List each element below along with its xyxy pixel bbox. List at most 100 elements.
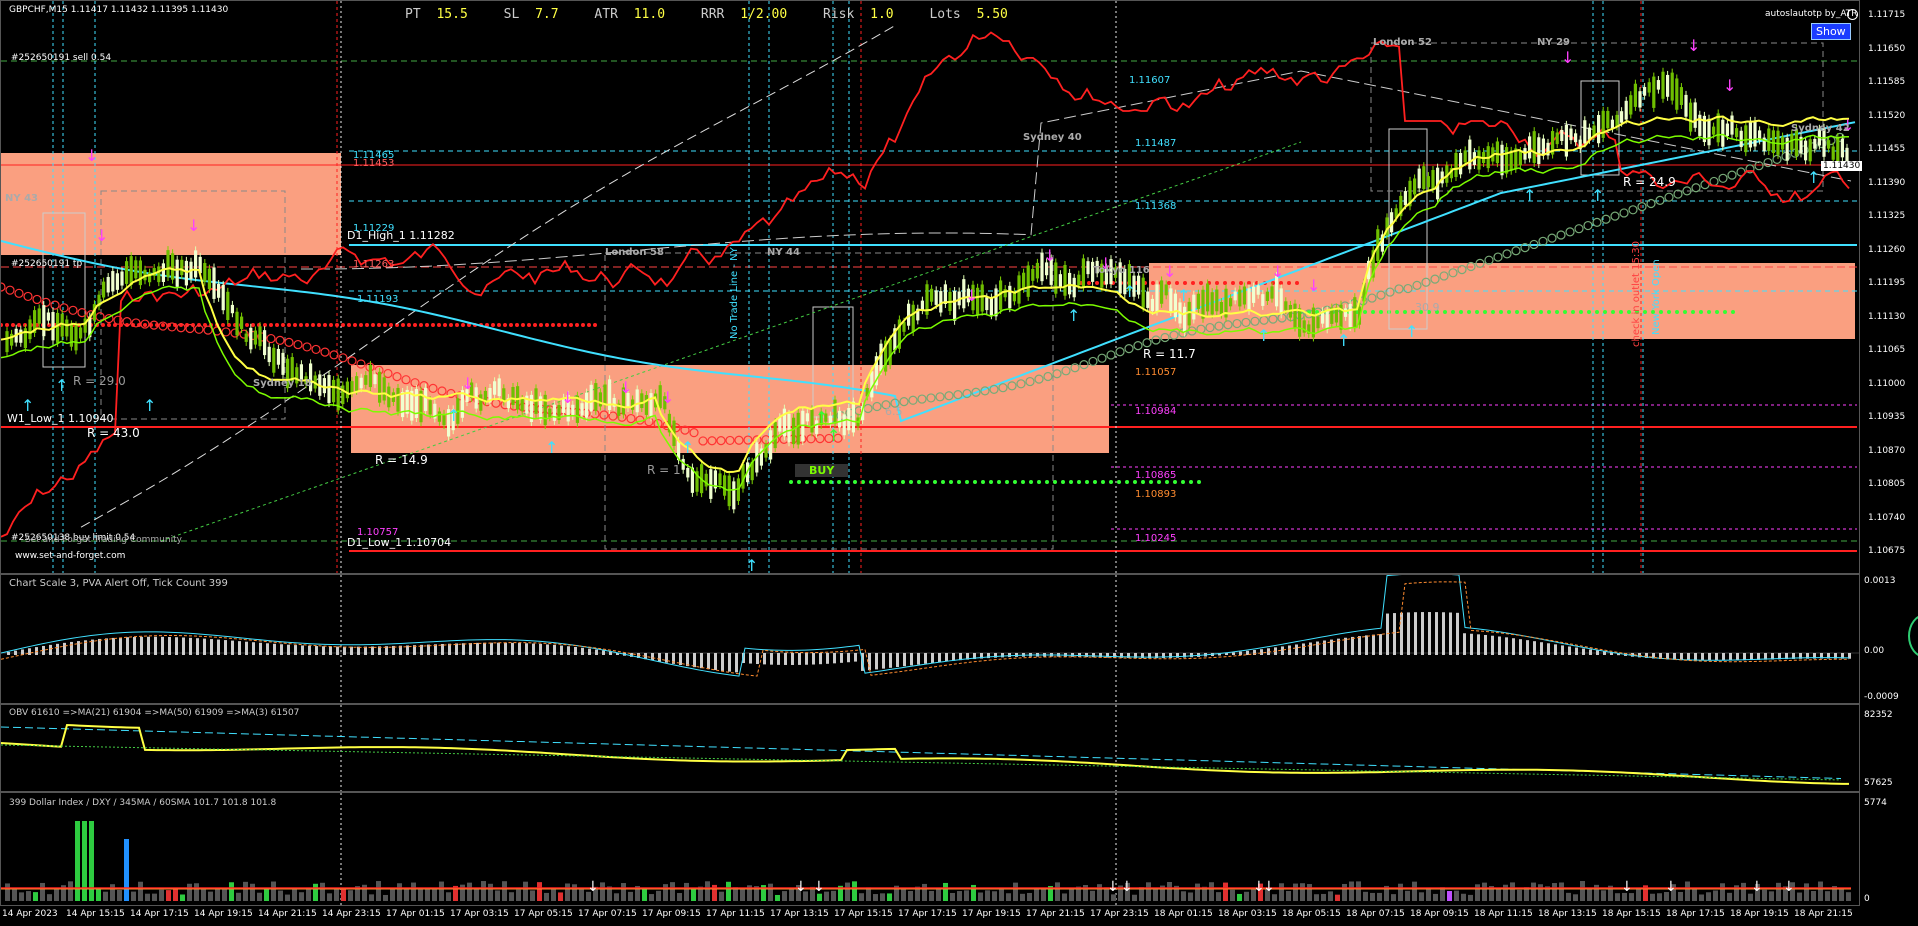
candle-body xyxy=(157,266,161,283)
dot-red xyxy=(557,323,561,327)
volume-bar xyxy=(558,892,563,901)
candle-body xyxy=(1035,262,1039,279)
volume-bar xyxy=(1461,893,1466,901)
red-ring-ma xyxy=(203,325,213,335)
volume-bar xyxy=(362,884,367,901)
dot-red xyxy=(443,323,447,327)
green-ring-ma xyxy=(1592,217,1602,227)
pva-indicator-pane[interactable]: Chart Scale 3, PVA Alert Off, Tick Count… xyxy=(0,574,1860,704)
dot-green xyxy=(1563,310,1567,314)
sell-order-label[interactable]: #252650191 sell 0.54 xyxy=(11,53,111,63)
candle-body xyxy=(1693,102,1697,128)
green-ring-ma xyxy=(1142,338,1152,348)
candle-body xyxy=(235,311,239,336)
volume-bar xyxy=(845,882,850,901)
pva-axis: 0.0013 0.00 -0.0009 xyxy=(1860,574,1918,704)
pva-bar xyxy=(1190,653,1193,658)
buy-marker[interactable]: BUY xyxy=(795,464,849,477)
volume-bar xyxy=(1531,882,1536,901)
time-axis-tick: 17 Apr 23:15 xyxy=(1090,909,1149,919)
price-axis-tick: 1.11325 xyxy=(1868,211,1906,221)
tp-order-label[interactable]: #252650191 tp xyxy=(11,259,82,269)
time-axis-tick: 17 Apr 01:15 xyxy=(386,909,445,919)
volume-bar xyxy=(26,891,31,901)
time-axis[interactable]: 14 Apr 2023 14 Apr 15:15 14 Apr 17:15 14 Ap… xyxy=(0,906,1860,926)
red-ring-ma xyxy=(185,323,195,334)
dxy-volume-pane[interactable]: ↓ ↓ ↓ ↓ ↓ ↓ ↓ ↓ ↓ ↓ ↓ 399 Dollar Index / DXY / 345… xyxy=(0,792,1860,906)
volume-bar xyxy=(1433,893,1438,901)
pva-bar xyxy=(1288,645,1291,655)
volume-bar xyxy=(1517,889,1522,901)
pva-bar xyxy=(476,642,479,655)
pva-bar xyxy=(1239,651,1242,655)
volume-bar xyxy=(292,887,297,901)
time-axis-tick: 14 Apr 17:15 xyxy=(130,909,189,919)
price-axis-tick: 1.10740 xyxy=(1868,512,1906,523)
up-arrow-icon: ↑ xyxy=(55,376,68,395)
volume-bar xyxy=(117,889,122,901)
session-tokyo-1: Tokyo 116 xyxy=(1093,265,1150,276)
volume-bar xyxy=(1678,891,1683,901)
candle-body xyxy=(1560,129,1564,141)
dot-green xyxy=(805,480,809,484)
candle-body xyxy=(1068,272,1072,295)
level-label-k: 1.10865 xyxy=(1135,470,1177,481)
pva-bar xyxy=(1351,636,1354,655)
volume-bar xyxy=(1041,887,1046,901)
scroll-handle-icon[interactable] xyxy=(1908,614,1918,658)
time-axis-tick: 18 Apr 03:15 xyxy=(1218,909,1277,919)
candle-body xyxy=(1279,288,1283,315)
candle-body xyxy=(1086,261,1090,275)
pva-bar xyxy=(1386,613,1389,655)
pva-bar xyxy=(826,653,829,664)
candle-body xyxy=(1689,102,1693,132)
obv-indicator-pane[interactable]: OBV 61610 =>MA(21) 61904 =>MA(50) 61909 … xyxy=(0,704,1860,792)
volume-bar xyxy=(1720,883,1725,901)
pva-bar xyxy=(854,653,857,662)
time-axis-tick: 18 Apr 07:15 xyxy=(1346,909,1405,919)
candle-body xyxy=(594,383,598,411)
candle-body xyxy=(378,371,382,403)
candle-body xyxy=(65,319,69,337)
show-button[interactable]: Show xyxy=(1811,23,1851,40)
volume-bar xyxy=(1797,892,1802,901)
down-arrow-icon: ↓ xyxy=(619,378,632,397)
candle-body xyxy=(1725,123,1729,136)
volume-bar xyxy=(1055,882,1060,901)
main-price-chart[interactable]: ↑ ↑ ↑ ↑ ↑ ↑ ↑ ↑ ↑ ↑ ↑ ↑ ↑ ↑ ↑ ↑ ↓ ↓ ↓ ↓ ↓ ↓ ↓ ↓ ↓ ↓ ↓ ↓ ↓ ↓ ↓ ↓ ↓ ↑ ↑ GBPC… xyxy=(0,0,1863,574)
volume-bar xyxy=(1538,884,1543,901)
time-axis-tick: 17 Apr 21:15 xyxy=(1026,909,1085,919)
candle-body xyxy=(428,400,432,415)
dot-green xyxy=(1667,310,1671,314)
dot-green xyxy=(1109,480,1113,484)
pva-bar xyxy=(511,642,514,655)
down-arrow-icon: ↓ xyxy=(1307,276,1320,295)
candle-body xyxy=(263,330,267,356)
volume-bar xyxy=(1769,891,1774,901)
green-ring-ma xyxy=(1772,154,1782,164)
candle-body xyxy=(920,300,924,311)
candle-body xyxy=(787,413,791,443)
volume-bar xyxy=(859,893,864,901)
candle-body xyxy=(1840,138,1844,158)
dot-green xyxy=(1499,310,1503,314)
price-axis[interactable]: 1.11715 1.11650 1.11585 1.11520 1.11455 1.113… xyxy=(1860,0,1918,574)
candle-body xyxy=(1610,119,1614,129)
dot-green xyxy=(989,480,993,484)
level-label-e: 1.11607 xyxy=(1129,75,1171,86)
pva-bar xyxy=(1736,653,1739,661)
volume-bar xyxy=(320,882,325,901)
volume-bar xyxy=(824,891,829,901)
dot-red xyxy=(101,323,105,327)
candle-body xyxy=(1426,176,1430,188)
price-axis-tick: 1.11520 xyxy=(1868,110,1906,121)
candle-body xyxy=(1661,71,1665,99)
dot-red xyxy=(425,323,429,327)
pva-bar xyxy=(1281,646,1284,655)
pva-bar xyxy=(273,643,276,655)
pva-bar xyxy=(1519,639,1522,655)
pva-bar xyxy=(1701,653,1704,661)
pva-bar xyxy=(574,646,577,655)
candle-body xyxy=(368,364,372,388)
volume-bar xyxy=(873,894,878,901)
